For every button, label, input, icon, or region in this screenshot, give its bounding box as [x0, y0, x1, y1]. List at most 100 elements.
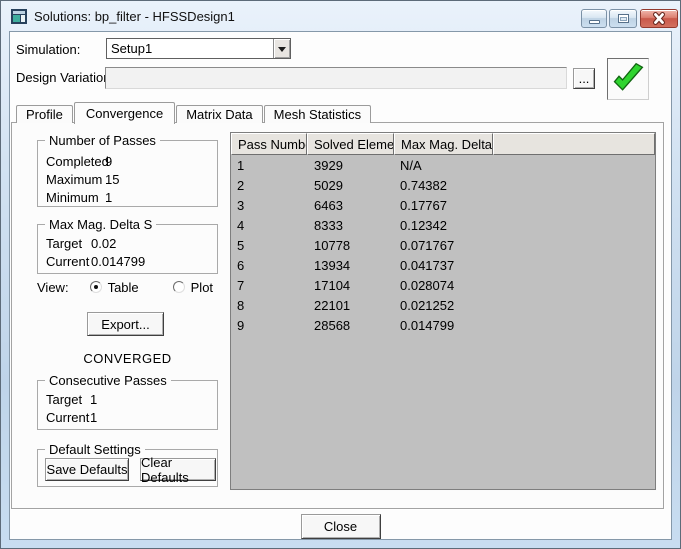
simulation-dropdown-value: Setup1: [107, 39, 273, 58]
table-cell: 10778: [307, 235, 394, 255]
table-cell: 5: [231, 235, 307, 255]
check-icon: [610, 61, 646, 97]
window-title: Solutions: bp_filter - HFSSDesign1: [34, 9, 235, 24]
validation-check-button[interactable]: [607, 58, 649, 100]
table-row[interactable]: 13929N/A: [231, 155, 655, 175]
table-cell: N/A: [394, 155, 493, 175]
design-variation-label: Design Variation:: [16, 70, 114, 85]
clear-defaults-button[interactable]: Clear Defaults: [140, 458, 216, 481]
maximum-label: Maximum: [46, 171, 105, 189]
save-defaults-button[interactable]: Save Defaults: [45, 458, 129, 481]
table-cell: 9: [231, 315, 307, 335]
table-row[interactable]: 8221010.021252: [231, 295, 655, 315]
chevron-down-icon[interactable]: [273, 39, 290, 58]
minimum-value: 1: [105, 190, 112, 205]
table-cell: 8: [231, 295, 307, 315]
simulation-dropdown[interactable]: Setup1: [106, 38, 291, 59]
convergence-tab-page: Number of Passes Completed9 Maximum15 Mi…: [11, 122, 664, 509]
column-header[interactable]: Pass Number: [231, 133, 307, 155]
view-row: View: Table Plot: [37, 280, 213, 294]
column-header[interactable]: [493, 133, 655, 155]
table-row[interactable]: 7171040.028074: [231, 275, 655, 295]
view-plot-radio-label[interactable]: Plot: [191, 280, 213, 295]
table-cell: 5029: [307, 175, 394, 195]
table-cell: 4: [231, 215, 307, 235]
table-cell: 0.74382: [394, 175, 493, 195]
view-table-radio-label[interactable]: Table: [108, 280, 139, 295]
column-header[interactable]: Max Mag. Delta S: [394, 133, 493, 155]
table-body: 13929N/A250290.74382364630.17767483330.1…: [231, 155, 655, 489]
table-cell: 13934: [307, 255, 394, 275]
target-value: 1: [90, 392, 97, 407]
tab-mesh-statistics[interactable]: Mesh Statistics: [264, 105, 371, 123]
current-label: Current: [46, 253, 91, 271]
table-cell: 6463: [307, 195, 394, 215]
table-cell: 0.021252: [394, 295, 493, 315]
design-variation-input[interactable]: [105, 67, 567, 89]
close-window-button[interactable]: [640, 9, 678, 28]
current-value: 0.014799: [91, 254, 145, 269]
tab-convergence[interactable]: Convergence: [74, 102, 175, 124]
table-cell: 28568: [307, 315, 394, 335]
table-cell: 17104: [307, 275, 394, 295]
table-cell: 0.071767: [394, 235, 493, 255]
table-row[interactable]: 364630.17767: [231, 195, 655, 215]
view-table-radio[interactable]: [90, 281, 102, 293]
consecutive-passes-group: Consecutive Passes Target1 Current1: [37, 380, 218, 430]
table-cell: 7: [231, 275, 307, 295]
completed-value: 9: [105, 154, 112, 169]
target-value: 0.02: [91, 236, 116, 251]
maximize-button[interactable]: [609, 9, 637, 28]
group-title: Default Settings: [45, 442, 145, 457]
table-cell: 8333: [307, 215, 394, 235]
target-label: Target: [46, 235, 91, 253]
group-title: Consecutive Passes: [45, 373, 171, 388]
convergence-table: Pass NumberSolved ElementsMax Mag. Delta…: [230, 132, 656, 490]
current-value: 1: [90, 410, 97, 425]
simulation-label: Simulation:: [16, 42, 80, 57]
view-plot-radio[interactable]: [173, 281, 185, 293]
tab-matrix-data[interactable]: Matrix Data: [176, 105, 262, 123]
maximum-value: 15: [105, 172, 119, 187]
table-header: Pass NumberSolved ElementsMax Mag. Delta…: [231, 133, 655, 155]
export-button[interactable]: Export...: [87, 312, 164, 336]
table-cell: 0.028074: [394, 275, 493, 295]
table-cell: 1: [231, 155, 307, 175]
number-of-passes-group: Number of Passes Completed9 Maximum15 Mi…: [37, 140, 218, 207]
table-cell: 0.12342: [394, 215, 493, 235]
table-cell: 0.014799: [394, 315, 493, 335]
minimum-label: Minimum: [46, 189, 105, 207]
completed-label: Completed: [46, 153, 105, 171]
table-cell: 22101: [307, 295, 394, 315]
view-label: View:: [37, 280, 69, 295]
close-button[interactable]: Close: [301, 514, 381, 539]
group-title: Number of Passes: [45, 133, 160, 148]
table-cell: 0.041737: [394, 255, 493, 275]
maximize-icon: [618, 14, 629, 23]
table-cell: 3929: [307, 155, 394, 175]
target-label: Target: [46, 391, 90, 409]
table-row[interactable]: 6139340.041737: [231, 255, 655, 275]
minimize-button[interactable]: [581, 9, 607, 28]
current-label: Current: [46, 409, 90, 427]
table-row[interactable]: 483330.12342: [231, 215, 655, 235]
browse-button[interactable]: ...: [573, 68, 595, 89]
tab-bar: ProfileConvergenceMatrix DataMesh Statis…: [16, 101, 372, 123]
default-settings-group: Default Settings Save Defaults Clear Def…: [37, 449, 218, 487]
column-header[interactable]: Solved Elements: [307, 133, 394, 155]
max-mag-delta-s-group: Max Mag. Delta S Target0.02 Current0.014…: [37, 224, 218, 274]
table-row[interactable]: 5107780.071767: [231, 235, 655, 255]
minimize-icon: [589, 20, 600, 24]
table-cell: 3: [231, 195, 307, 215]
table-cell: 2: [231, 175, 307, 195]
title-bar[interactable]: Solutions: bp_filter - HFSSDesign1: [1, 1, 680, 31]
dialog-client-area: Simulation: Setup1 Design Variation: ...…: [9, 31, 672, 540]
tab-profile[interactable]: Profile: [16, 105, 73, 123]
app-icon: [11, 9, 27, 24]
table-row[interactable]: 9285680.014799: [231, 315, 655, 335]
close-icon: [652, 12, 666, 25]
table-cell: 0.17767: [394, 195, 493, 215]
convergence-status: CONVERGED: [37, 351, 218, 366]
table-row[interactable]: 250290.74382: [231, 175, 655, 195]
dialog-window: Solutions: bp_filter - HFSSDesign1 Simul…: [0, 0, 681, 549]
